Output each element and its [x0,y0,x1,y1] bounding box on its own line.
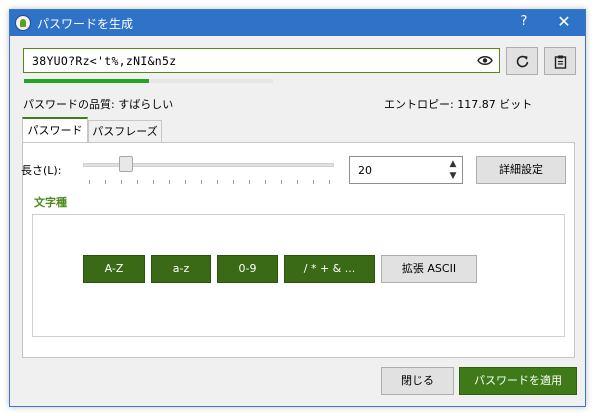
slider-tick [329,180,330,184]
slider-tick [105,180,106,184]
eye-icon[interactable] [477,55,493,66]
length-value[interactable]: 20 [358,164,372,177]
advanced-settings-button[interactable]: 詳細設定 [476,156,566,184]
slider-tick [297,180,298,184]
spin-up-icon[interactable]: ▲ [446,158,460,170]
spin-down-icon[interactable]: ▼ [446,170,460,182]
slider-tick [121,180,122,184]
slider-tick [281,180,282,184]
title-bar: パスワードを生成 ? ✕ [10,10,585,36]
password-strength-meter [24,79,273,83]
slider-tick [201,180,202,184]
slider-tick [153,180,154,184]
copy-to-clipboard-button[interactable] [544,47,576,75]
uppercase-toggle-button[interactable]: A-Z [83,255,145,283]
close-window-button[interactable]: ✕ [555,12,573,31]
generate-password-dialog: パスワードを生成 ? ✕ 38YUO?Rz<'t%,zNI&n5z パスワードの… [9,9,586,407]
window-title: パスワードを生成 [37,17,134,31]
slider-tick [185,180,186,184]
tab-passphrase[interactable]: パスフレーズ [88,120,162,143]
length-label: 長さ(L): [21,164,62,177]
length-slider-ticks [89,180,334,185]
character-types-heading: 文字種 [34,196,67,209]
special-chars-toggle-button[interactable]: / * + & ... [284,255,375,283]
length-slider-handle[interactable] [119,156,133,172]
slider-tick [249,180,250,184]
password-strength-fill [24,79,149,83]
slider-tick [169,180,170,184]
password-value[interactable]: 38YUO?Rz<'t%,zNI&n5z [32,54,176,68]
app-logo-icon [15,15,31,31]
slider-tick [313,180,314,184]
digits-toggle-button[interactable]: 0-9 [217,255,278,283]
slider-tick [89,180,90,184]
slider-tick [265,180,266,184]
password-field[interactable]: 38YUO?Rz<'t%,zNI&n5z [23,48,500,73]
apply-password-button[interactable]: パスワードを適用 [459,367,577,395]
slider-tick [137,180,138,184]
lowercase-toggle-button[interactable]: a-z [151,255,211,283]
length-spinbox[interactable]: 20 ▲ ▼ [349,156,463,184]
close-button[interactable]: 閉じる [381,367,454,395]
help-button[interactable]: ? [517,14,531,29]
extended-ascii-toggle-button[interactable]: 拡張 ASCII [381,255,477,283]
slider-tick [217,180,218,184]
entropy-label: エントロピー: 117.87 ビット [384,98,533,111]
password-quality-label: パスワードの品質: すばらしい [23,98,174,111]
regenerate-button[interactable] [506,47,538,75]
slider-tick [233,180,234,184]
tab-password[interactable]: パスワード [22,117,88,143]
